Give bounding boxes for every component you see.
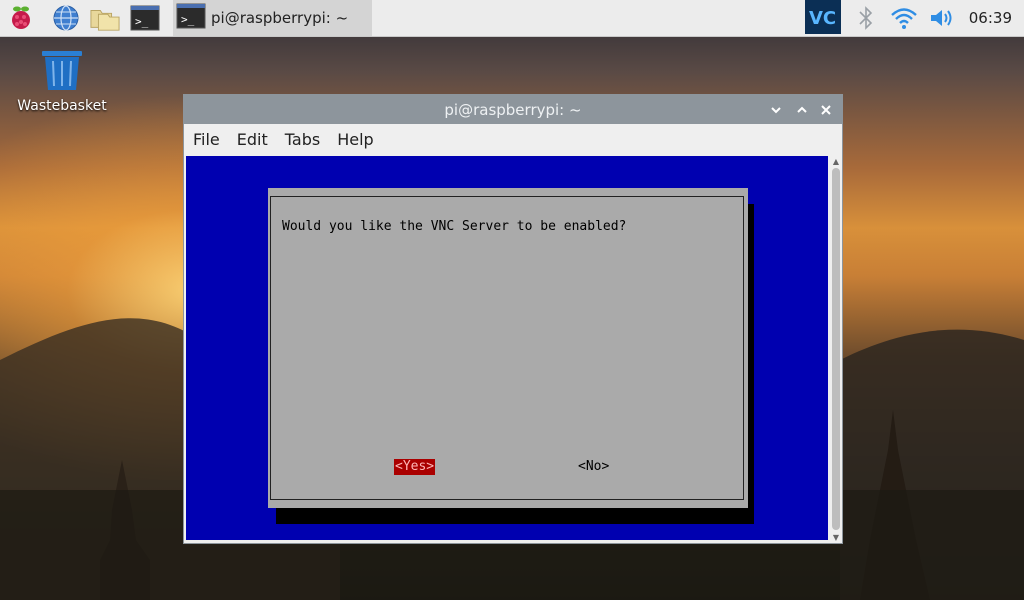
svg-text:>_: >_ [135, 15, 149, 28]
scrollbar-thumb[interactable] [832, 168, 840, 530]
window-titlebar[interactable]: pi@raspberrypi: ~ [184, 95, 842, 124]
menubar: File Edit Tabs Help [184, 124, 842, 154]
no-button[interactable]: <No> [577, 459, 610, 475]
terminal-screen[interactable]: Would you like the VNC Server to be enab… [186, 156, 828, 540]
scroll-down-icon[interactable]: ▼ [830, 532, 842, 542]
wastebasket-icon [38, 51, 86, 96]
taskbar: >_ >_ pi@raspberrypi: ~ VC 06:39 [0, 0, 1024, 37]
yes-button[interactable]: <Yes> [394, 459, 436, 475]
menu-file[interactable]: File [193, 130, 220, 149]
desktop-wastebasket[interactable]: Wastebasket [14, 48, 110, 114]
clock[interactable]: 06:39 [969, 0, 1012, 36]
svg-text:>_: >_ [181, 13, 195, 26]
terminal-scrollbar[interactable]: ▲ ▼ [830, 156, 842, 542]
maximize-icon[interactable] [792, 100, 812, 120]
terminal-icon[interactable]: >_ [130, 3, 160, 33]
svg-text:VC: VC [809, 8, 836, 29]
dialog-frame [270, 196, 744, 500]
terminal-icon: >_ [175, 2, 207, 34]
task-label: pi@raspberrypi: ~ [211, 9, 349, 27]
vnc-icon[interactable]: VC [805, 0, 841, 34]
terminal-window: pi@raspberrypi: ~ File Edit Tabs Help Wo… [183, 94, 843, 544]
vnc-dialog: Would you like the VNC Server to be enab… [268, 188, 748, 508]
bluetooth-icon[interactable] [851, 3, 881, 33]
volume-icon[interactable] [927, 3, 957, 33]
wifi-icon[interactable] [889, 3, 919, 33]
scroll-up-icon[interactable]: ▲ [830, 156, 842, 166]
dialog-question: Would you like the VNC Server to be enab… [282, 219, 627, 234]
menu-help[interactable]: Help [337, 130, 373, 149]
menu-tabs[interactable]: Tabs [285, 130, 320, 149]
menu-edit[interactable]: Edit [237, 130, 268, 149]
web-browser-icon[interactable] [51, 3, 81, 33]
file-manager-icon[interactable] [90, 3, 120, 33]
window-title: pi@raspberrypi: ~ [444, 101, 582, 119]
close-icon[interactable] [816, 100, 836, 120]
wastebasket-label: Wastebasket [17, 98, 107, 114]
taskbar-task-terminal[interactable]: >_ pi@raspberrypi: ~ [173, 0, 372, 36]
minimize-icon[interactable] [766, 100, 786, 120]
raspberry-menu-icon[interactable] [6, 3, 36, 33]
